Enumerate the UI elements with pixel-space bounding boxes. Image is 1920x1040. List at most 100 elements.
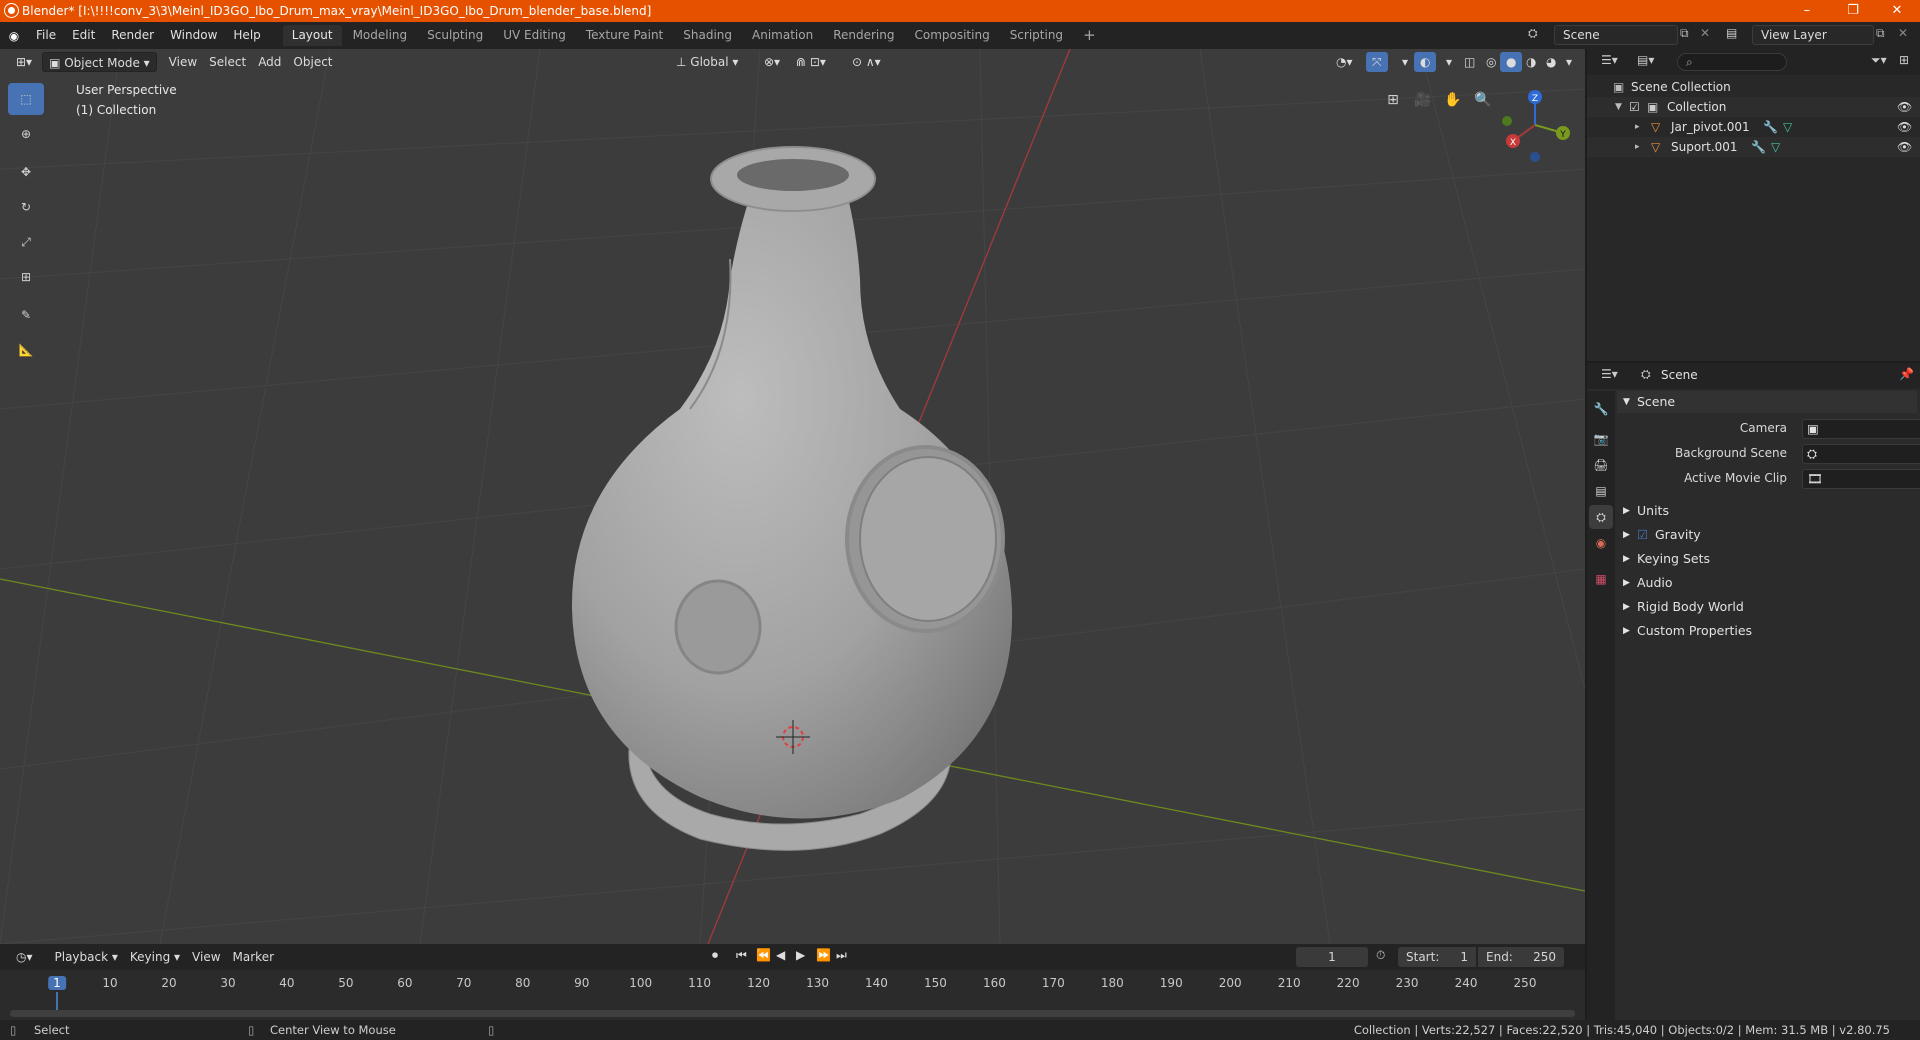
current-frame-field[interactable]: 1 [1296, 947, 1368, 967]
scene-tab-icon[interactable]: ⛭ [1589, 505, 1613, 529]
new-view-layer-icon[interactable]: ⧉ [1876, 26, 1885, 41]
record-icon[interactable]: ⏺ [712, 948, 718, 963]
tab-shading[interactable]: Shading [674, 25, 741, 46]
active-movie-clip-field[interactable]: 🎞 [1802, 469, 1920, 489]
pin-icon[interactable]: 📌 [1899, 367, 1914, 381]
editor-type-icon[interactable]: ⊞▾ [10, 52, 38, 72]
tab-animation[interactable]: Animation [743, 25, 822, 46]
measure-tool-icon[interactable]: 📐 [8, 334, 44, 366]
audio-panel[interactable]: ▶ Audio [1617, 572, 1917, 594]
timeline-scrollbar[interactable] [10, 1010, 1575, 1017]
gravity-panel[interactable]: ▶ ☑ Gravity [1617, 524, 1917, 546]
filter-icon[interactable]: ⏷▾ [1871, 53, 1887, 68]
render-tab-icon[interactable]: 📷 [1589, 427, 1613, 451]
texture-tab-icon[interactable]: ▦ [1589, 567, 1613, 591]
tab-texture-paint[interactable]: Texture Paint [577, 25, 672, 46]
keying-sets-panel[interactable]: ▶ Keying Sets [1617, 548, 1917, 570]
outliner-scene-collection[interactable]: ▣ Scene Collection [1587, 77, 1920, 97]
view-layer-tab-icon[interactable]: ▤ [1589, 479, 1613, 503]
menu-help[interactable]: Help [225, 22, 268, 49]
rigid-body-world-panel[interactable]: ▶ Rigid Body World [1617, 596, 1917, 618]
annotate-tool-icon[interactable]: ✎ [8, 299, 44, 331]
minimize-button[interactable]: – [1784, 0, 1830, 22]
background-scene-field[interactable]: ⛭ [1802, 444, 1920, 464]
view-layer-selector[interactable]: View Layer [1752, 25, 1874, 45]
add-workspace-button[interactable]: + [1074, 25, 1105, 46]
tab-uv-editing[interactable]: UV Editing [494, 25, 575, 46]
object-expand-icon[interactable]: ▸ [1635, 117, 1640, 137]
jump-keyframe-forward-icon[interactable]: ⏩ [816, 948, 831, 962]
outliner-search-input[interactable]: ⌕ [1677, 53, 1787, 71]
stopwatch-icon[interactable]: ⏱ [1376, 948, 1385, 963]
outliner-object-row[interactable]: ▸ ▽ Suport.001 🔧 ▽ 👁 [1587, 137, 1920, 157]
viewport-menu-object[interactable]: Object [287, 52, 338, 72]
select-box-tool-icon[interactable]: ⬚ [8, 83, 44, 115]
tab-scripting[interactable]: Scripting [1001, 25, 1072, 46]
viewport-menu-add[interactable]: Add [252, 52, 287, 72]
world-tab-icon[interactable]: ◉ [1589, 531, 1613, 555]
playhead-line[interactable] [56, 992, 58, 1012]
proportional-edit-icon[interactable]: ⊙ ∧▾ [846, 52, 887, 72]
camera-view-icon[interactable]: 🎥 [1410, 87, 1436, 113]
delete-scene-icon[interactable]: ✕ [1700, 26, 1710, 40]
menu-edit[interactable]: Edit [64, 22, 103, 49]
timeline-menu-marker[interactable]: Marker [227, 947, 280, 967]
properties-editor-type-icon[interactable]: ☰▾ [1601, 367, 1618, 381]
rotate-tool-icon[interactable]: ↻ [8, 191, 44, 223]
overlays-menu-icon[interactable]: ▾ [1440, 52, 1458, 72]
tab-layout[interactable]: Layout [282, 25, 342, 46]
units-panel[interactable]: ▶ Units [1617, 500, 1917, 522]
navigation-gizmo[interactable]: Z Y X [1495, 85, 1575, 165]
object-visibility-icon[interactable]: 👁 [1897, 117, 1912, 137]
scale-tool-icon[interactable]: ⤢ [8, 226, 44, 258]
3d-viewport[interactable]: ⊞▾ ▣ Object Mode ▾ View Select Add Objec… [0, 49, 1585, 944]
scene-selector[interactable]: Scene [1554, 25, 1678, 45]
tab-rendering[interactable]: Rendering [824, 25, 903, 46]
pan-view-icon[interactable]: ✋ [1440, 87, 1466, 113]
tool-tab-icon[interactable]: 🔧 [1589, 397, 1613, 421]
timeline-menu-keying[interactable]: Keying ▾ [124, 947, 186, 967]
snap-icon[interactable]: ⋒ ⊡▾ [790, 52, 832, 72]
timeline-menu-view[interactable]: View [186, 947, 226, 967]
gravity-checkbox-icon[interactable]: ☑ [1637, 524, 1648, 546]
outliner-collection[interactable]: ▼ ☑ ▣ Collection 👁 [1587, 97, 1920, 117]
toggle-grid-view-icon[interactable]: ⊞ [1380, 87, 1406, 113]
overlays-icon[interactable]: ◐ [1414, 52, 1437, 72]
object-expand-icon[interactable]: ▸ [1635, 137, 1640, 157]
collection-visibility-icon[interactable]: 👁 [1897, 97, 1912, 117]
menu-window[interactable]: Window [162, 22, 225, 49]
close-button[interactable]: ✕ [1874, 0, 1920, 22]
jump-start-icon[interactable]: ⏮ [736, 948, 747, 963]
tab-compositing[interactable]: Compositing [905, 25, 998, 46]
pivot-icon[interactable]: ⊗▾ [758, 52, 786, 72]
transform-tool-icon[interactable]: ⊞ [8, 261, 44, 293]
camera-field[interactable]: ▣✒ [1802, 419, 1920, 439]
transform-orientation[interactable]: ⊥ Global ▾ [670, 52, 744, 72]
shading-menu-icon[interactable]: ▾ [1560, 52, 1578, 72]
menu-render[interactable]: Render [103, 22, 162, 49]
zoom-view-icon[interactable]: 🔍 [1470, 87, 1496, 113]
menu-file[interactable]: File [28, 22, 64, 49]
new-collection-icon[interactable]: ⊞ [1899, 53, 1909, 67]
object-visibility-icon[interactable]: 👁 [1897, 137, 1912, 157]
output-tab-icon[interactable]: 🖨 [1589, 453, 1613, 477]
jump-end-icon[interactable]: ⏭ [836, 948, 847, 963]
delete-view-layer-icon[interactable]: ✕ [1898, 26, 1908, 40]
cursor-tool-icon[interactable]: ⊕ [8, 118, 44, 150]
collection-expand-icon[interactable]: ▼ [1615, 97, 1622, 117]
gizmo-menu-icon[interactable]: ▾ [1396, 52, 1414, 72]
timeline-menu-playback[interactable]: Playback ▾ [49, 947, 124, 967]
display-mode-icon[interactable]: ▤▾ [1637, 53, 1654, 67]
start-frame-field[interactable]: Start: 1 [1398, 947, 1476, 967]
blender-menu-icon[interactable]: ◉ [0, 29, 28, 43]
play-icon[interactable]: ▶ [796, 948, 805, 962]
move-tool-icon[interactable]: ✥ [8, 156, 44, 188]
maximize-button[interactable]: ❐ [1830, 0, 1876, 22]
collection-checkbox-icon[interactable]: ☑ [1629, 97, 1640, 117]
visibility-icon[interactable]: ◔▾ [1330, 52, 1359, 72]
xray-icon[interactable]: ◫ [1458, 52, 1481, 72]
viewport-menu-view[interactable]: View [163, 52, 203, 72]
tab-modeling[interactable]: Modeling [344, 25, 417, 46]
scene-panel-header[interactable]: ▼ Scene [1617, 391, 1917, 413]
play-reverse-icon[interactable]: ◀ [776, 948, 785, 962]
